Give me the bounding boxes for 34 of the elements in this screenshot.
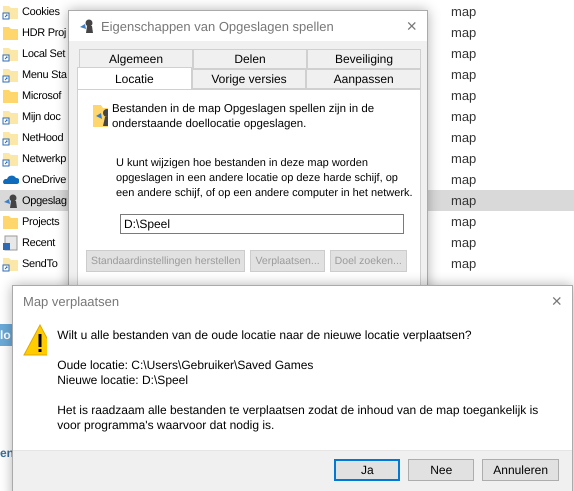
file-type: map — [451, 109, 476, 124]
question-text: Wilt u alle bestanden van de oude locatie naar de nieuwe locatie verplaatsen? — [57, 328, 473, 343]
file-name: Recent — [22, 236, 56, 248]
new-location-text: Nieuwe locatie: D:\Speel — [57, 373, 189, 388]
file-name: Opgeslag — [22, 194, 67, 206]
advice-text: Het is raadzaam alle bestanden te verplaatsen zodat de inhoud van de map toegankelijk is voor programma's waarvoor dat nodig is. — [57, 403, 540, 433]
file-name: Netwerkp — [22, 152, 66, 164]
file-name: OneDrive — [22, 174, 66, 186]
explanation-text: U kunt wijzigen hoe bestanden in deze map worden opgeslagen in een andere locatie op deze harde schijf, op een andere schijf, of op een andere computer in het netwerk. — [116, 156, 414, 201]
intro-text: Bestanden in de map Opgeslagen spellen zijn in de onderstaande doellocatie opgeslagen. — [112, 102, 376, 132]
file-type: map — [451, 67, 476, 82]
file-name: Microsof — [22, 90, 62, 102]
file-name: Projects — [22, 216, 60, 228]
file-type: map — [451, 235, 476, 250]
file-name: SendTo — [22, 258, 58, 270]
file-type: map — [451, 88, 476, 103]
file-type: map — [451, 4, 476, 19]
old-location-text: Oude locatie: C:\Users\Gebruiker\Saved Games — [57, 358, 314, 373]
file-name: HDR Proj — [22, 26, 66, 38]
dialog-title: Map verplaatsen — [23, 294, 120, 308]
window-title: Eigenschappen van Opgeslagen spellen — [101, 18, 335, 34]
file-type: map — [451, 25, 476, 40]
file-name: Menu Sta — [22, 68, 67, 80]
file-type: map — [451, 130, 476, 145]
file-name: Mijn doc — [22, 110, 61, 122]
file-name: NetHood — [22, 132, 64, 144]
file-type: map — [451, 193, 476, 208]
file-name: Cookies — [22, 6, 60, 18]
file-name: Local Set — [22, 48, 66, 60]
file-type: map — [451, 256, 476, 271]
file-type: map — [451, 46, 476, 61]
file-type: map — [451, 172, 476, 187]
file-type: map — [451, 214, 476, 229]
file-type: map — [451, 151, 476, 166]
